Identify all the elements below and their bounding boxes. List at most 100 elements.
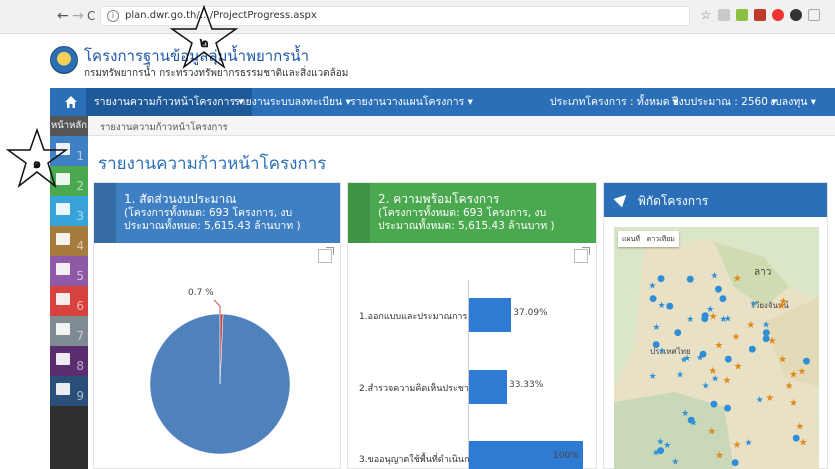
extension-icon[interactable]: [790, 9, 802, 21]
breadcrumb-current: รายงานความก้าวหน้าโครงการ: [100, 122, 228, 133]
map-project-marker[interactable]: ★: [715, 451, 724, 462]
map-project-marker[interactable]: ●: [802, 357, 810, 367]
readiness-panel-desc: (โครงการทั้งหมด: 693 โครงการ, งบประมาณทั…: [378, 207, 555, 232]
map-project-marker[interactable]: ★: [671, 457, 679, 467]
map-project-marker[interactable]: ★: [710, 272, 718, 282]
map-project-marker[interactable]: ★: [658, 301, 666, 311]
side-nav-item-7[interactable]: 7: [50, 316, 88, 346]
location-arrow-icon: [613, 190, 631, 208]
map-project-marker[interactable]: ★: [708, 366, 717, 377]
map-project-marker[interactable]: ★: [799, 437, 808, 448]
side-nav-item-3[interactable]: 3: [50, 196, 88, 226]
bar-category-label: 1.ออกแบบและประมาณการ: [359, 312, 468, 322]
map-panel-header: พิกัดโครงการ: [604, 183, 827, 217]
map-project-marker[interactable]: ★: [746, 320, 755, 331]
map-project-marker[interactable]: ●: [699, 349, 707, 359]
map-project-marker[interactable]: ●: [724, 354, 732, 364]
side-nav-item-8[interactable]: 8: [50, 346, 88, 376]
cast-icon[interactable]: [808, 9, 820, 21]
map-project-marker[interactable]: ★: [702, 381, 710, 391]
popout-icon[interactable]: [318, 247, 334, 263]
map-project-marker[interactable]: ★: [795, 421, 804, 432]
home-icon[interactable]: [64, 95, 78, 109]
bar-data-label: 33.33%: [508, 380, 544, 390]
map-project-marker[interactable]: ★: [765, 393, 774, 404]
budget-panel-header: 1. สัดส่วนงบประมาณ (โครงการทั้งหมด: 693 …: [94, 183, 340, 243]
map-project-marker[interactable]: ●: [748, 344, 756, 354]
map-project-marker[interactable]: ★: [749, 299, 757, 309]
side-nav-item-9[interactable]: 9: [50, 376, 88, 406]
map-project-marker[interactable]: ●: [724, 404, 732, 414]
site-header: โครงการฐานข้อมูลลุ่มน้ำพยากรน้ำ กรมทรัพย…: [0, 34, 835, 88]
side-nav-item-4[interactable]: 4: [50, 226, 88, 256]
map-project-marker[interactable]: ★: [707, 427, 716, 438]
map-project-marker[interactable]: ★: [686, 315, 694, 325]
extension-icon[interactable]: [718, 9, 730, 21]
budget-pie-chart: [149, 299, 291, 455]
map-project-marker[interactable]: ★: [779, 297, 788, 308]
back-button[interactable]: ←: [57, 8, 69, 24]
map-project-marker[interactable]: ★: [714, 341, 723, 352]
popout-icon[interactable]: [574, 247, 590, 263]
map-project-marker[interactable]: ★: [648, 282, 656, 292]
extension-icon[interactable]: [736, 9, 748, 21]
map-project-marker[interactable]: ★: [733, 274, 742, 285]
map-project-marker[interactable]: ●: [701, 314, 709, 324]
map-project-marker[interactable]: ★: [734, 362, 743, 373]
map-project-marker[interactable]: ★: [681, 409, 689, 419]
map-project-marker[interactable]: ★: [719, 315, 727, 325]
map-project-marker[interactable]: ★: [732, 332, 741, 343]
map-project-marker[interactable]: ★: [789, 398, 798, 409]
map-project-marker[interactable]: ★: [778, 355, 787, 366]
map-project-marker[interactable]: ★: [676, 370, 684, 380]
pie-data-label: 0.7 %: [188, 288, 214, 298]
map-project-marker[interactable]: ★: [798, 367, 807, 378]
map-project-marker[interactable]: ●: [710, 399, 718, 409]
map-project-marker[interactable]: ●: [714, 284, 722, 294]
menu-registration-report[interactable]: รายงานระบบลงทะเบียน ▾: [226, 88, 359, 116]
project-map[interactable]: แผนที่ ดาวเทียม ลาว เวียงจันทน์ ประเทศไท…: [614, 227, 819, 469]
map-project-marker[interactable]: ★: [709, 311, 718, 322]
breadcrumb: หน้าหลัก รายงานความก้าวหน้าโครงการ: [50, 116, 835, 136]
filter-budget-type[interactable]: งบลงทุน ▾: [762, 88, 824, 116]
bar[interactable]: [469, 298, 512, 332]
map-project-marker[interactable]: ●: [666, 301, 674, 311]
annotation-star-2: ๒: [169, 5, 239, 70]
reload-button[interactable]: C: [87, 9, 95, 23]
map-project-marker[interactable]: ★: [680, 356, 688, 366]
side-nav-item-5[interactable]: 5: [50, 256, 88, 286]
monitor-icon: [56, 353, 70, 365]
map-project-marker[interactable]: ★: [785, 381, 794, 392]
map-panel: พิกัดโครงการ แผนที่ ดาวเทียม ลาว เวียงจั…: [603, 182, 828, 469]
map-project-marker[interactable]: ●: [657, 274, 665, 284]
map-project-marker[interactable]: ●: [762, 328, 770, 338]
map-project-marker[interactable]: ★: [756, 395, 764, 405]
map-project-marker[interactable]: ★: [649, 372, 657, 382]
map-project-marker[interactable]: ★: [733, 440, 742, 451]
budget-panel-desc: (โครงการทั้งหมด: 693 โครงการ, งบประมาณทั…: [124, 207, 301, 232]
map-project-marker[interactable]: ●: [674, 328, 682, 338]
map-project-marker[interactable]: ★: [722, 376, 731, 387]
calendar-icon: [56, 263, 70, 275]
map-project-marker[interactable]: ●: [731, 458, 739, 468]
map-project-marker[interactable]: ●: [686, 275, 694, 285]
map-project-marker[interactable]: ★: [663, 441, 671, 451]
bar[interactable]: [469, 370, 507, 404]
bar-data-label: 100%: [553, 451, 579, 461]
map-project-marker[interactable]: ●: [719, 294, 727, 304]
annotation-star-2-label: ๒: [199, 35, 208, 51]
pdf-extension-icon[interactable]: [754, 9, 766, 21]
menu-planning-report[interactable]: รายงานวางแผนโครงการ ▾: [342, 88, 481, 116]
department-logo[interactable]: [50, 46, 78, 74]
info-icon[interactable]: i: [107, 10, 119, 22]
side-nav-item-6[interactable]: 6: [50, 286, 88, 316]
map-project-marker[interactable]: ★: [744, 439, 752, 449]
adblock-icon[interactable]: [772, 9, 784, 21]
table-icon: [56, 203, 70, 215]
map-project-marker[interactable]: ●: [652, 340, 660, 350]
map-project-marker[interactable]: ●: [649, 294, 657, 304]
forward-button[interactable]: →: [72, 8, 84, 24]
location-arrow-icon: [56, 383, 70, 395]
map-project-marker[interactable]: ★: [652, 323, 660, 333]
bookmark-star-icon[interactable]: ☆: [700, 9, 712, 21]
